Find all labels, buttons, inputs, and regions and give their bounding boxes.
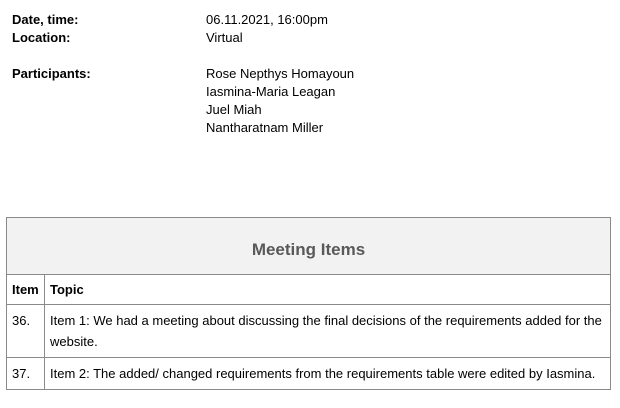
location-row: Location: Virtual bbox=[12, 29, 354, 47]
participants-list: Rose Nepthys Homayoun Iasmina-Maria Leag… bbox=[206, 65, 354, 137]
item-number-cell: 36. bbox=[6, 304, 45, 358]
date-time-value: 06.11.2021, 16:00pm bbox=[206, 12, 328, 27]
column-header-topic: Topic bbox=[44, 274, 611, 305]
participants-row: Participants: Rose Nepthys Homayoun Iasm… bbox=[12, 65, 354, 137]
location-value: Virtual bbox=[206, 30, 243, 45]
table-caption: Meeting Items bbox=[6, 217, 611, 275]
table-row: 36. Item 1: We had a meeting about discu… bbox=[6, 304, 611, 358]
table-row: 37. Item 2: The added/ changed requireme… bbox=[6, 357, 611, 390]
location-label: Location: bbox=[12, 30, 71, 45]
column-header-item: Item bbox=[6, 274, 45, 305]
participants-label: Participants: bbox=[12, 66, 91, 81]
table-header-row: Item Topic bbox=[6, 274, 611, 305]
meeting-details: Date, time: 06.11.2021, 16:00pm Location… bbox=[12, 11, 354, 137]
participant-name: Rose Nepthys Homayoun bbox=[206, 66, 355, 81]
date-time-label: Date, time: bbox=[12, 12, 79, 27]
participant-name: Juel Miah bbox=[206, 102, 262, 117]
item-number-cell: 37. bbox=[6, 357, 45, 390]
meeting-items-table: Meeting Items Item Topic 36. Item 1: We … bbox=[6, 217, 611, 390]
participant-name: Iasmina-Maria Leagan bbox=[206, 84, 336, 99]
participant-name: Nantharatnam Miller bbox=[206, 120, 324, 135]
date-time-row: Date, time: 06.11.2021, 16:00pm bbox=[12, 11, 354, 29]
topic-cell: Item 1: We had a meeting about discussin… bbox=[44, 304, 611, 358]
topic-cell: Item 2: The added/ changed requirements … bbox=[44, 357, 611, 390]
